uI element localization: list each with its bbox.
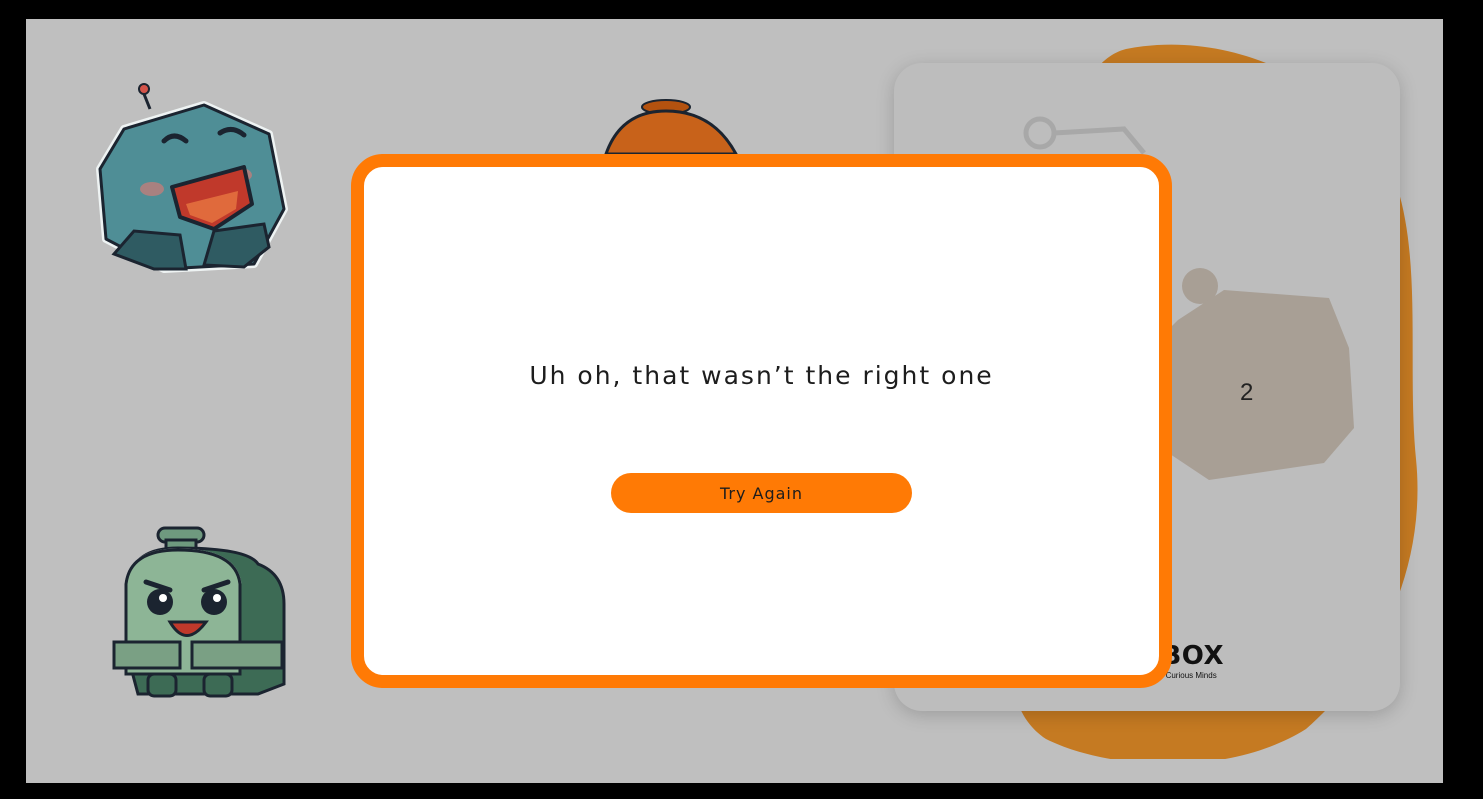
dialog-message: Uh oh, that wasn’t the right one [529, 361, 994, 390]
slot-number-label: 2 [1240, 379, 1254, 406]
robot-sticker-laughing[interactable] [94, 79, 290, 274]
robot-slot-shape[interactable] [1144, 268, 1359, 483]
game-screen: 2 UGBOX Robotics For Curious Minds Uh oh… [26, 19, 1443, 783]
result-dialog: Uh oh, that wasn’t the right one Try Aga… [351, 154, 1172, 688]
try-again-button[interactable]: Try Again [611, 473, 912, 513]
robot-sticker-orange[interactable] [601, 99, 741, 159]
robot-sticker-grinning[interactable] [108, 524, 288, 704]
